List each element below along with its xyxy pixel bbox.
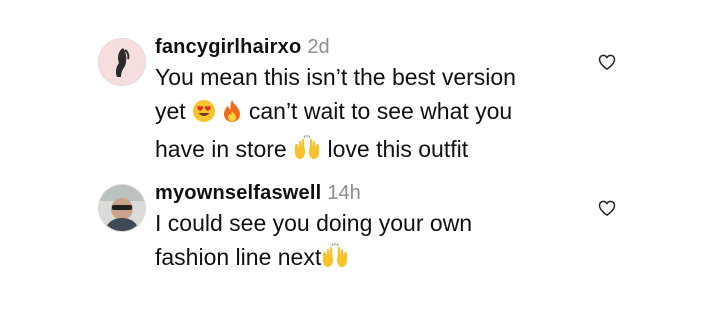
comment-header: myownselfaswell 14h [155,180,575,206]
timestamp[interactable]: 2d [307,36,329,58]
comment-text: I could see you doing your own [155,210,473,236]
comment-text: can’t wait to see what you [248,98,513,124]
comment-header: fancygirlhairxo 2d [155,34,575,60]
avatar-image [99,185,145,231]
heart-eyes-emoji [192,98,216,132]
username[interactable]: fancygirlhairxo [155,36,301,58]
comment-text-line: fashion line next [155,240,575,278]
username[interactable]: myownselfaswell [155,182,321,204]
avatar[interactable] [98,38,146,86]
raising-hands-emoji [321,243,349,278]
comment-text-line: You mean this isn’t the best version [155,60,575,94]
fire-emoji [222,98,242,132]
comment-text-line: I could see you doing your own [155,206,575,240]
comment-text: fashion line next [155,244,322,270]
avatar[interactable] [98,184,146,232]
raising-hands-emoji [293,135,321,170]
timestamp[interactable]: 14h [327,182,360,204]
comment-text: have in store [155,136,287,162]
comment-text: You mean this isn’t the best version [155,64,516,90]
comment-content: fancygirlhairxo 2d You mean this isn’t th… [155,34,575,170]
comment-text-line: yet can’t wait to see what you [155,94,575,132]
comment-content: myownselfaswell 14h I could see you doing… [155,180,575,278]
heart-outline-icon[interactable] [597,52,617,72]
comment-text-line: have in store love this outfit [155,132,575,170]
heart-outline-icon[interactable] [597,198,617,218]
comment-text: love this outfit [327,136,469,162]
avatar-image [99,39,145,85]
comment-text: yet [155,98,186,124]
